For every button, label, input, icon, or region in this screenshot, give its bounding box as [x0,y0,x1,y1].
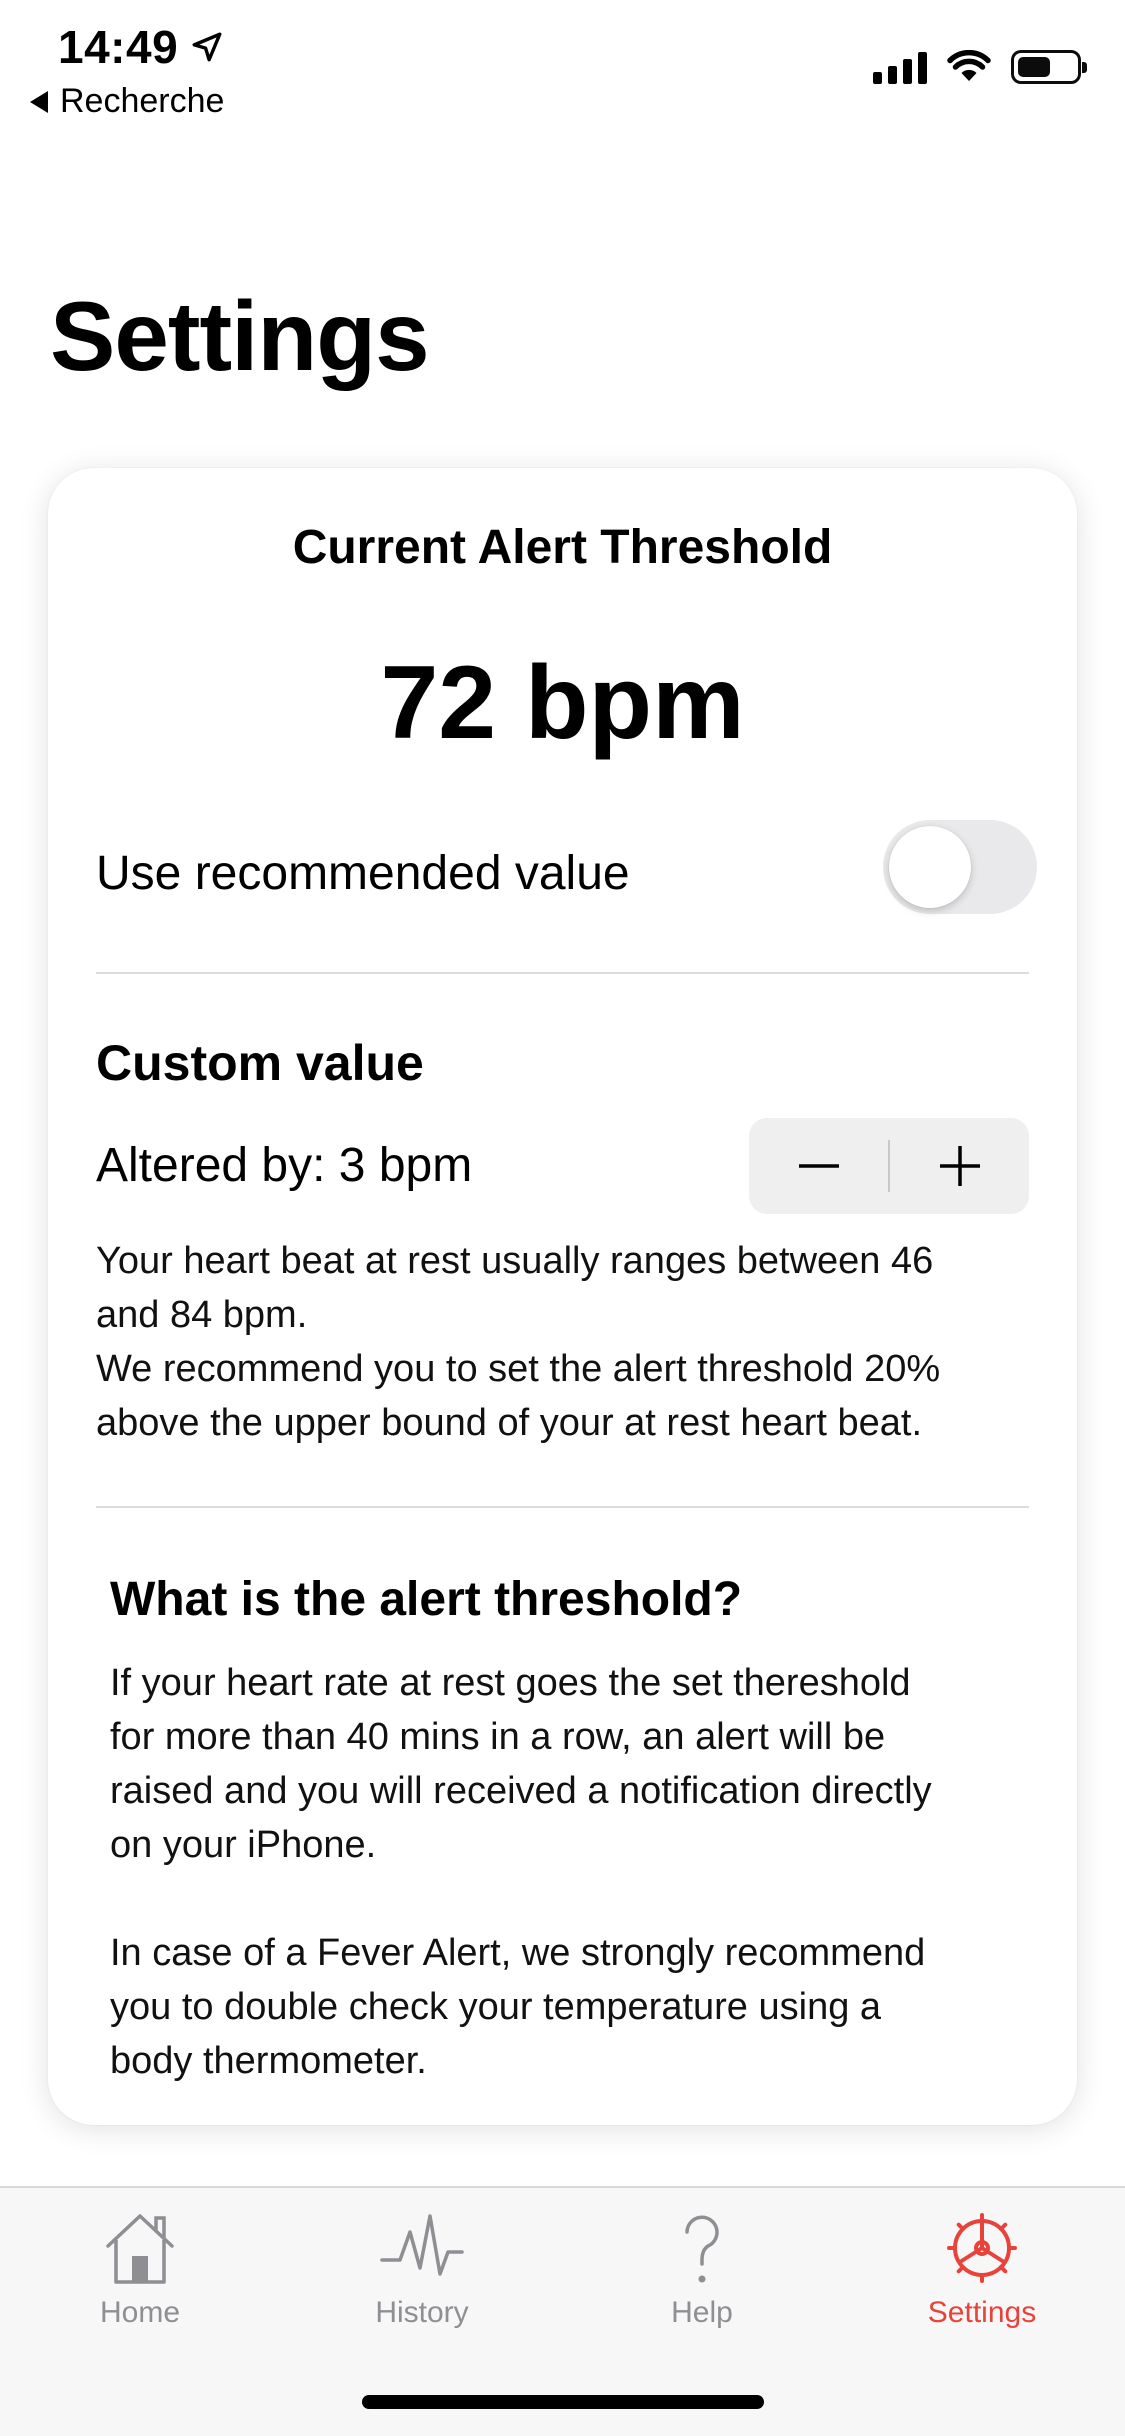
info-text-alert: If your heart rate at rest goes the set … [110,1662,932,1866]
battery-icon [1011,50,1087,84]
screen: 14:49 Recherche Settings Current Alert T… [0,0,1125,2436]
tab-home[interactable]: Home [30,2206,250,2330]
status-indicators [873,50,1087,84]
use-recommended-toggle[interactable] [883,820,1037,914]
tab-help[interactable]: Help [592,2206,812,2330]
tab-history[interactable]: History [312,2206,532,2330]
status-time: 14:49 [58,20,224,74]
card-heading: Current Alert Threshold [292,521,833,574]
home-indicator [362,2395,764,2409]
divider [96,972,1029,974]
alert-threshold-card: Current Alert Threshold 72 bpm Use recom… [48,468,1077,2125]
page-title: Settings [50,281,430,391]
use-recommended-label: Use recommended value [96,847,630,900]
toggle-knob [889,826,971,908]
altered-by-label: Altered by: 3 bpm [96,1139,473,1192]
heartbeat-icon [380,2214,464,2276]
question-mark-icon [685,2215,719,2283]
tab-history-label: History [375,2296,469,2329]
custom-value-heading: Custom value [96,1035,424,1091]
house-icon [106,2214,174,2284]
tab-help-label: Help [671,2296,733,2329]
back-link-label: Recherche [60,82,225,120]
threshold-value: 72 bpm [380,645,745,761]
tab-home-label: Home [99,2296,181,2329]
info-text-fever: In case of a Fever Alert, we strongly re… [110,1932,926,2082]
info-heading: What is the alert threshold? [110,1573,743,1626]
back-triangle-icon [30,90,48,113]
back-to-search-link[interactable]: Recherche [30,82,224,121]
tab-settings-label: Settings [927,2296,1037,2329]
wifi-icon [947,50,991,81]
gear-icon [947,2213,1017,2283]
increment-button[interactable] [890,1118,1029,1214]
heart-rate-range-text: Your heart beat at rest usually ranges b… [96,1240,941,1444]
cellular-signal-icon [873,50,927,84]
threshold-stepper[interactable] [749,1118,1029,1214]
divider [96,1506,1029,1508]
tab-settings[interactable]: Settings [872,2206,1092,2330]
decrement-button[interactable] [749,1118,888,1214]
minus-icon [798,1164,839,1168]
battery-fill [1018,57,1050,77]
status-time-text: 14:49 [58,21,179,73]
plus-icon [939,1146,980,1186]
location-arrow-icon [192,32,222,62]
use-recommended-row: Use recommended value [96,820,1037,920]
